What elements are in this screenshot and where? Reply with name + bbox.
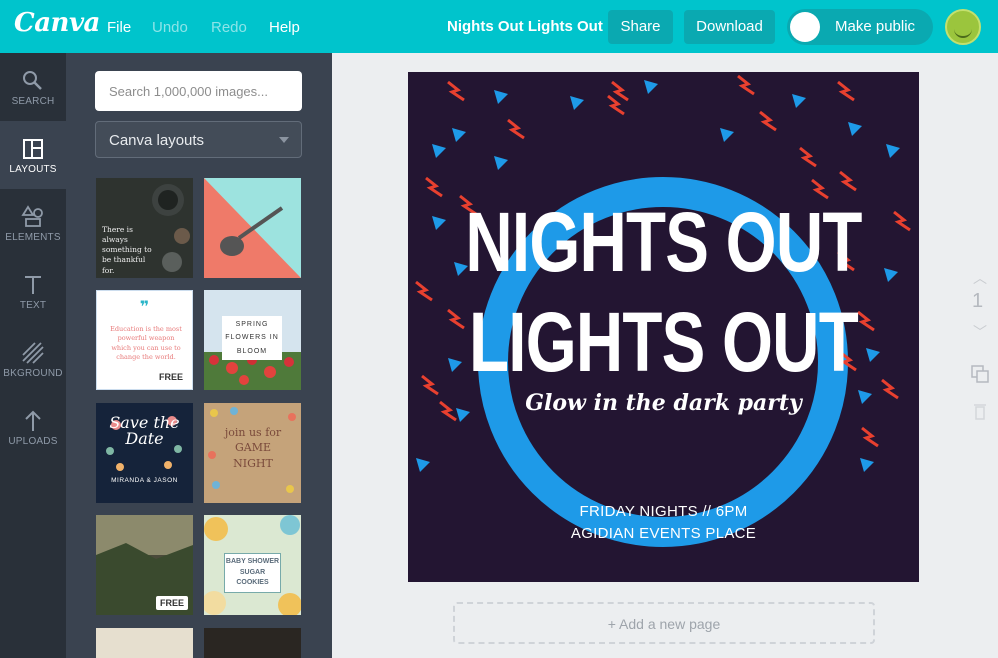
thumb-spring-text: SPRING FLOWERS IN BLOOM (222, 316, 282, 360)
layout-thumb-partial-2[interactable] (204, 628, 301, 658)
side-nav: SEARCH LAYOUTS ELEMENTS TEXT BKGROUND UP… (0, 53, 66, 658)
page-up-icon[interactable]: ︿ (973, 268, 987, 288)
download-button[interactable]: Download (684, 10, 775, 44)
user-avatar[interactable] (945, 9, 981, 45)
thumb-quote-text: There is always something to be thankful… (102, 225, 152, 275)
nav-background-label: BKGROUND (3, 368, 63, 379)
menu-file[interactable]: File (107, 19, 131, 36)
document-title[interactable]: Nights Out Lights Out (447, 18, 603, 35)
share-button[interactable]: Share (608, 10, 673, 44)
layouts-dropdown[interactable]: Canva layouts (95, 121, 302, 158)
layout-thumb-partial-1[interactable] (96, 628, 193, 658)
add-new-page-button[interactable]: + Add a new page (453, 602, 875, 644)
shapes-icon (21, 205, 43, 227)
magnifier-icon (23, 71, 42, 90)
toggle-knob (790, 12, 820, 42)
free-badge: FREE (155, 596, 188, 610)
layout-thumb-spring[interactable]: SPRING FLOWERS IN BLOOM (204, 290, 301, 390)
layout-thumb-save-the-date[interactable]: Save the Date MIRANDA & JASON (96, 403, 193, 503)
nav-background[interactable]: BKGROUND (0, 325, 66, 393)
nav-layouts-label: LAYOUTS (9, 164, 57, 175)
text-icon (25, 276, 41, 294)
top-bar: Canva File Undo Redo Help Nights Out Lig… (0, 0, 998, 53)
nav-elements[interactable]: ELEMENTS (0, 189, 66, 257)
chevron-down-icon (279, 137, 289, 143)
free-badge: FREE (158, 372, 183, 382)
nav-text-label: TEXT (19, 300, 47, 311)
dropdown-value: Canva layouts (109, 132, 205, 149)
thumb-names-text: MIRANDA & JASON (111, 477, 178, 484)
nav-search-label: SEARCH (11, 96, 55, 107)
delete-page-icon[interactable] (973, 402, 987, 420)
menu-undo[interactable]: Undo (152, 19, 188, 36)
nav-search[interactable]: SEARCH (0, 53, 66, 121)
layout-thumb-baby-shower[interactable]: BABY SHOWER SUGAR COOKIES (204, 515, 301, 615)
layout-thumb-landscape[interactable]: FREE (96, 515, 193, 615)
layout-thumb-thankful[interactable]: There is always something to be thankful… (96, 178, 193, 278)
info-line-1[interactable]: FRIDAY NIGHTS // 6PM (408, 503, 919, 520)
thumb-baby-text: BABY SHOWER SUGAR COOKIES (224, 553, 281, 593)
headline-line-1[interactable]: NIGHTS OUT (464, 200, 863, 284)
headline-line-2[interactable]: LIGHTS OUT (464, 300, 863, 384)
page-number: 1 (972, 290, 984, 312)
thumb-quote-text: Education is the most powerful weapon wh… (110, 325, 182, 362)
nav-uploads-label: UPLOADS (8, 436, 58, 447)
layout-thumb-education[interactable]: ❞ Education is the most powerful weapon … (96, 290, 193, 390)
image-search-input[interactable] (95, 71, 302, 111)
nav-elements-label: ELEMENTS (5, 232, 61, 243)
copy-page-icon[interactable] (970, 364, 990, 384)
make-public-label: Make public (835, 18, 916, 35)
layouts-icon (23, 139, 43, 159)
layout-thumb-game-night[interactable]: join us for GAME NIGHT (204, 403, 301, 503)
nav-uploads[interactable]: UPLOADS (0, 393, 66, 461)
canva-logo[interactable]: Canva (14, 8, 100, 38)
stripes-icon (22, 342, 44, 364)
menu-help[interactable]: Help (269, 19, 300, 36)
layout-thumb-guitar[interactable] (204, 178, 301, 278)
page-down-icon[interactable]: ﹀ (973, 322, 987, 342)
quote-mark-icon: ❞ (139, 299, 150, 316)
menu-redo[interactable]: Redo (211, 19, 247, 36)
thumb-game-text: join us for GAME NIGHT (224, 426, 282, 470)
design-canvas[interactable]: NIGHTS OUT LIGHTS OUT Glow in the dark p… (408, 72, 919, 582)
guitar-image (204, 178, 301, 278)
info-line-2[interactable]: AGIDIAN EVENTS PLACE (408, 525, 919, 542)
make-public-toggle[interactable]: Make public (787, 9, 933, 45)
nav-layouts[interactable]: LAYOUTS (0, 121, 66, 189)
nav-text[interactable]: TEXT (0, 257, 66, 325)
tagline-text[interactable]: Glow in the dark party (408, 390, 919, 416)
layouts-panel: Canva layouts There is always something … (66, 53, 332, 658)
upload-arrow-icon (25, 410, 41, 431)
thumb-save-date-text: Save the Date (109, 413, 180, 448)
